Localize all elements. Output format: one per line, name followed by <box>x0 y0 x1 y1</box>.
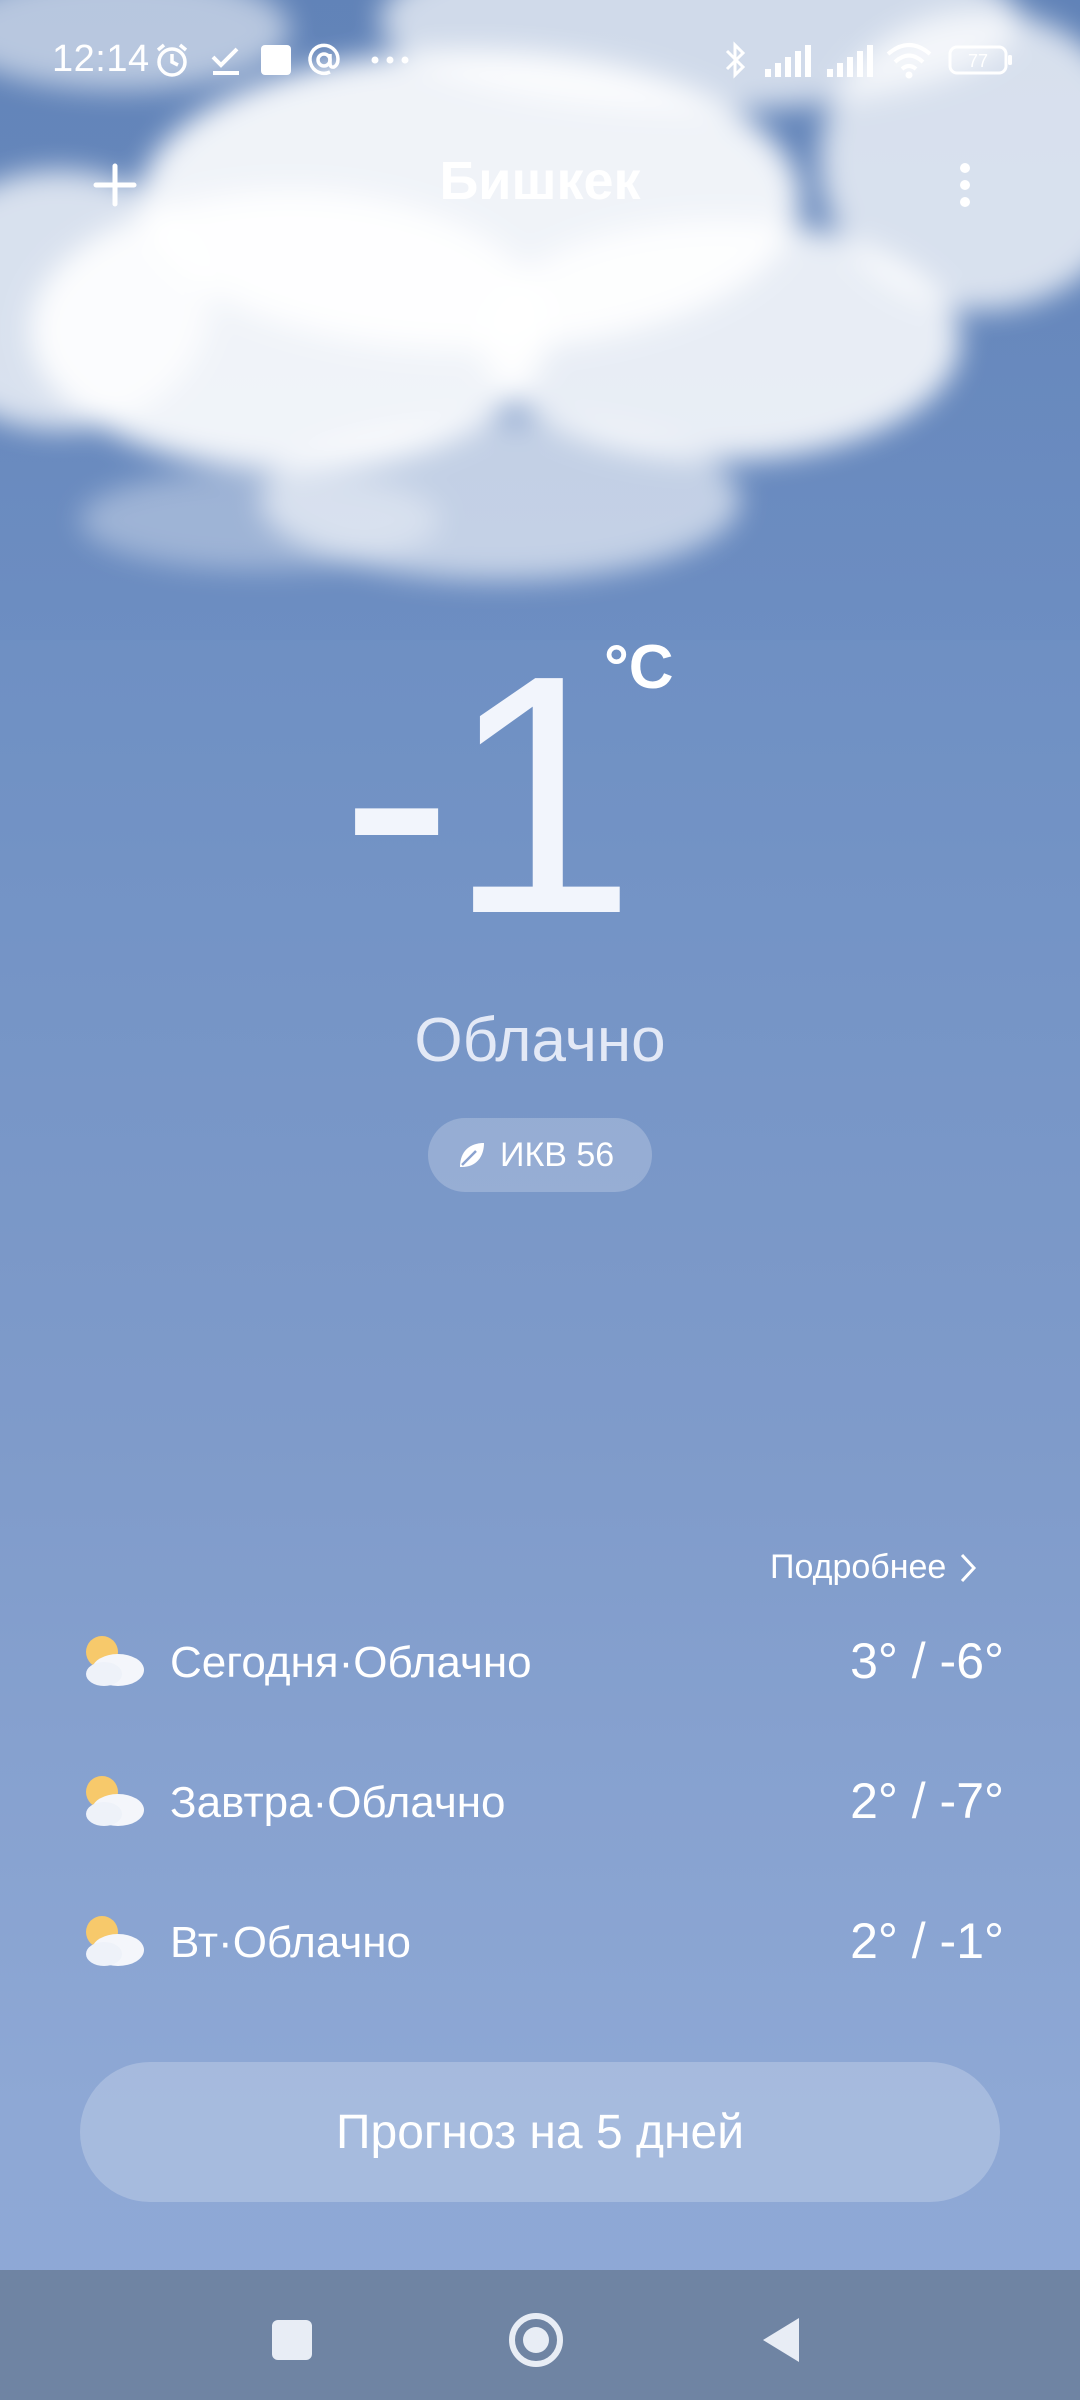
square-nav-icon <box>272 2320 312 2360</box>
navigation-bar <box>0 2270 1080 2400</box>
leaf-icon <box>460 1143 484 1167</box>
temperature-unit: °C <box>604 633 674 702</box>
partly-cloudy-icon <box>86 1636 144 1686</box>
forecast-label: Завтра·Облачно <box>170 1778 506 1827</box>
signal-icon <box>824 36 874 84</box>
city-title: Бишкек <box>439 151 641 211</box>
recents-button[interactable] <box>257 2305 327 2375</box>
app-header: Бишкек <box>0 130 1080 230</box>
status-bar: 12:14 77 <box>0 0 1080 120</box>
vertical-dots-icon <box>960 163 970 207</box>
partly-cloudy-icon <box>86 1916 144 1966</box>
checkmark-icon <box>206 36 246 84</box>
aqi-label: ИКВ 56 <box>500 1135 615 1174</box>
forecast-row-today[interactable]: Сегодня·Облачно 3° / -6° <box>78 1618 1004 1708</box>
square-notification-icon <box>256 36 296 84</box>
details-label: Подробнее <box>770 1548 947 1586</box>
details-link[interactable]: Подробнее <box>770 1548 980 1587</box>
forecast-temps: 2° / -7° <box>850 1773 1004 1829</box>
partly-cloudy-icon <box>86 1776 144 1826</box>
back-button[interactable] <box>746 2305 816 2375</box>
battery-icon: 77 <box>946 36 1016 84</box>
bluetooth-icon <box>720 36 750 84</box>
triangle-back-icon <box>763 2318 799 2362</box>
more-notifications-icon <box>368 36 412 84</box>
current-condition: Облачно <box>414 1006 666 1075</box>
forecast-label: Вт·Облачно <box>170 1918 412 1967</box>
at-icon <box>304 36 344 84</box>
status-time: 12:14 <box>52 38 150 80</box>
forecast-row-tomorrow[interactable]: Завтра·Облачно 2° / -7° <box>78 1758 1004 1848</box>
circle-nav-icon <box>509 2313 563 2367</box>
forecast-label: Сегодня·Облачно <box>170 1638 532 1687</box>
battery-level: 77 <box>968 51 988 71</box>
signal-icon <box>762 36 812 84</box>
forecast-row-tuesday[interactable]: Вт·Облачно 2° / -1° <box>78 1898 1004 1988</box>
forecast-temps: 2° / -1° <box>850 1913 1004 1969</box>
aqi-badge[interactable]: ИКВ 56 <box>428 1118 652 1192</box>
current-temperature: -1 <box>340 605 636 985</box>
home-button[interactable] <box>501 2305 571 2375</box>
menu-button[interactable] <box>930 150 1000 220</box>
alarm-icon <box>150 36 194 84</box>
wifi-icon <box>884 36 934 84</box>
five-day-forecast-button[interactable]: Прогноз на 5 дней <box>80 2062 1000 2202</box>
chevron-right-icon <box>961 1553 977 1582</box>
forecast-temps: 3° / -6° <box>850 1633 1004 1689</box>
